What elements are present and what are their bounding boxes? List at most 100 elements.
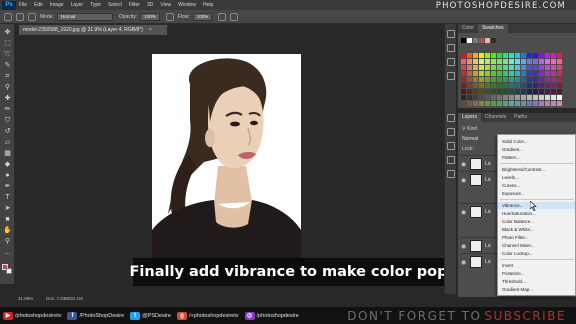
- swatch-chip[interactable]: [527, 59, 532, 64]
- tab-color[interactable]: Color: [458, 24, 478, 33]
- swatch-chip[interactable]: [533, 95, 538, 100]
- swatch-chip[interactable]: [479, 53, 484, 58]
- swatch-chip[interactable]: [485, 65, 490, 70]
- swatch-chip[interactable]: [551, 77, 556, 82]
- move-tool-icon[interactable]: ✥: [3, 28, 12, 37]
- pressure-opacity-icon[interactable]: [165, 12, 174, 21]
- swatch-chip[interactable]: [539, 95, 544, 100]
- swatch-chip[interactable]: [467, 53, 472, 58]
- swatch-chip[interactable]: [479, 38, 484, 43]
- swatch-chip[interactable]: [467, 38, 472, 43]
- swatch-chip[interactable]: [527, 77, 532, 82]
- menu-entry[interactable]: Color Lookup...: [498, 250, 575, 257]
- swatch-chip[interactable]: [557, 101, 562, 106]
- zoom-tool-icon[interactable]: ⚲: [3, 237, 12, 246]
- swatch-chip[interactable]: [461, 59, 466, 64]
- menu-entry[interactable]: Black & White...: [498, 226, 575, 233]
- swatch-chip[interactable]: [485, 38, 490, 43]
- swatch-chip[interactable]: [539, 89, 544, 94]
- swatch-chip[interactable]: [473, 101, 478, 106]
- swatch-chip[interactable]: [527, 101, 532, 106]
- swatch-chip[interactable]: [461, 83, 466, 88]
- swatch-chip[interactable]: [473, 95, 478, 100]
- eraser-tool-icon[interactable]: ▱: [3, 138, 12, 147]
- menu-file[interactable]: File: [19, 2, 27, 8]
- swatch-chip[interactable]: [497, 53, 502, 58]
- menu-entry[interactable]: Hue/Saturation...: [498, 210, 575, 217]
- menu-entry[interactable]: Brightness/Contrast...: [498, 166, 575, 173]
- swatch-chip[interactable]: [521, 89, 526, 94]
- swatch-chip[interactable]: [533, 59, 538, 64]
- swatch-chip[interactable]: [473, 83, 478, 88]
- hand-tool-icon[interactable]: ✋: [3, 226, 12, 235]
- lasso-tool-icon[interactable]: ➰: [3, 50, 12, 59]
- swatch-chip[interactable]: [515, 89, 520, 94]
- pressure-size-icon[interactable]: [230, 12, 239, 21]
- swatch-chip[interactable]: [479, 59, 484, 64]
- swatch-chip[interactable]: [539, 101, 544, 106]
- menu-entry[interactable]: Color Balance...: [498, 218, 575, 225]
- swatch-chip[interactable]: [533, 65, 538, 70]
- dodge-tool-icon[interactable]: ●: [3, 171, 12, 180]
- layer-row[interactable]: ◉ La: [460, 253, 500, 269]
- swatch-chip[interactable]: [527, 65, 532, 70]
- menu-view[interactable]: View: [160, 2, 171, 8]
- close-tab-icon[interactable]: ×: [149, 27, 152, 33]
- swatch-chip[interactable]: [557, 89, 562, 94]
- social-twitter[interactable]: t @PSDesire: [130, 311, 171, 320]
- swatch-chip[interactable]: [467, 89, 472, 94]
- swatch-chip[interactable]: [539, 53, 544, 58]
- visibility-eye-icon[interactable]: ◉: [461, 243, 466, 250]
- swatch-chip[interactable]: [467, 101, 472, 106]
- swatch-chip[interactable]: [545, 89, 550, 94]
- menu-select[interactable]: Select: [108, 2, 122, 8]
- pen-tool-icon[interactable]: ✒: [3, 182, 12, 191]
- swatch-chip[interactable]: [491, 95, 496, 100]
- swatch-chip[interactable]: [515, 83, 520, 88]
- swatch-chip[interactable]: [551, 83, 556, 88]
- swatch-chip[interactable]: [527, 71, 532, 76]
- swatch-chip[interactable]: [491, 83, 496, 88]
- menu-window[interactable]: Window: [178, 2, 196, 8]
- swatch-chip[interactable]: [497, 71, 502, 76]
- swatch-chip[interactable]: [527, 53, 532, 58]
- swatch-chip[interactable]: [461, 77, 466, 82]
- swatch-chip[interactable]: [509, 89, 514, 94]
- swatch-chip[interactable]: [497, 65, 502, 70]
- swatch-chip[interactable]: [515, 53, 520, 58]
- layer-row[interactable]: ◉ La: [460, 203, 500, 219]
- swatch-chip[interactable]: [491, 89, 496, 94]
- menu-edit[interactable]: Edit: [34, 2, 43, 8]
- swatch-chip[interactable]: [479, 65, 484, 70]
- visibility-eye-icon[interactable]: ◉: [461, 209, 466, 216]
- visibility-eye-icon[interactable]: ◉: [461, 177, 466, 184]
- swatch-chip[interactable]: [461, 89, 466, 94]
- menu-filter[interactable]: Filter: [129, 2, 140, 8]
- swatch-chip[interactable]: [473, 59, 478, 64]
- swatch-chip[interactable]: [539, 77, 544, 82]
- more-tools-icon[interactable]: …: [3, 248, 12, 257]
- swatch-chip[interactable]: [479, 89, 484, 94]
- home-icon[interactable]: [4, 12, 12, 21]
- styles-panel-icon[interactable]: [447, 128, 455, 136]
- swatch-chip[interactable]: [515, 101, 520, 106]
- menu-entry[interactable]: Channel Mixer...: [498, 242, 575, 249]
- swatch-chip[interactable]: [497, 89, 502, 94]
- swatch-chip[interactable]: [479, 71, 484, 76]
- swatch-chip[interactable]: [521, 65, 526, 70]
- menu-entry[interactable]: Solid Color...: [498, 138, 575, 145]
- quick-select-tool-icon[interactable]: ✎: [3, 61, 12, 70]
- swatch-chip[interactable]: [533, 71, 538, 76]
- swatch-chip[interactable]: [473, 77, 478, 82]
- swatch-chip[interactable]: [545, 53, 550, 58]
- swatch-chip[interactable]: [485, 59, 490, 64]
- swatch-chip[interactable]: [491, 101, 496, 106]
- swatch-chip[interactable]: [539, 83, 544, 88]
- swatch-chip[interactable]: [527, 83, 532, 88]
- gradient-tool-icon[interactable]: ▦: [3, 149, 12, 158]
- tab-channels[interactable]: Channels: [481, 113, 510, 122]
- adjustments-panel-icon[interactable]: [447, 114, 455, 122]
- tab-layers[interactable]: Layers: [458, 113, 482, 122]
- swatch-chip[interactable]: [503, 53, 508, 58]
- brush-panel-icon[interactable]: [447, 58, 455, 66]
